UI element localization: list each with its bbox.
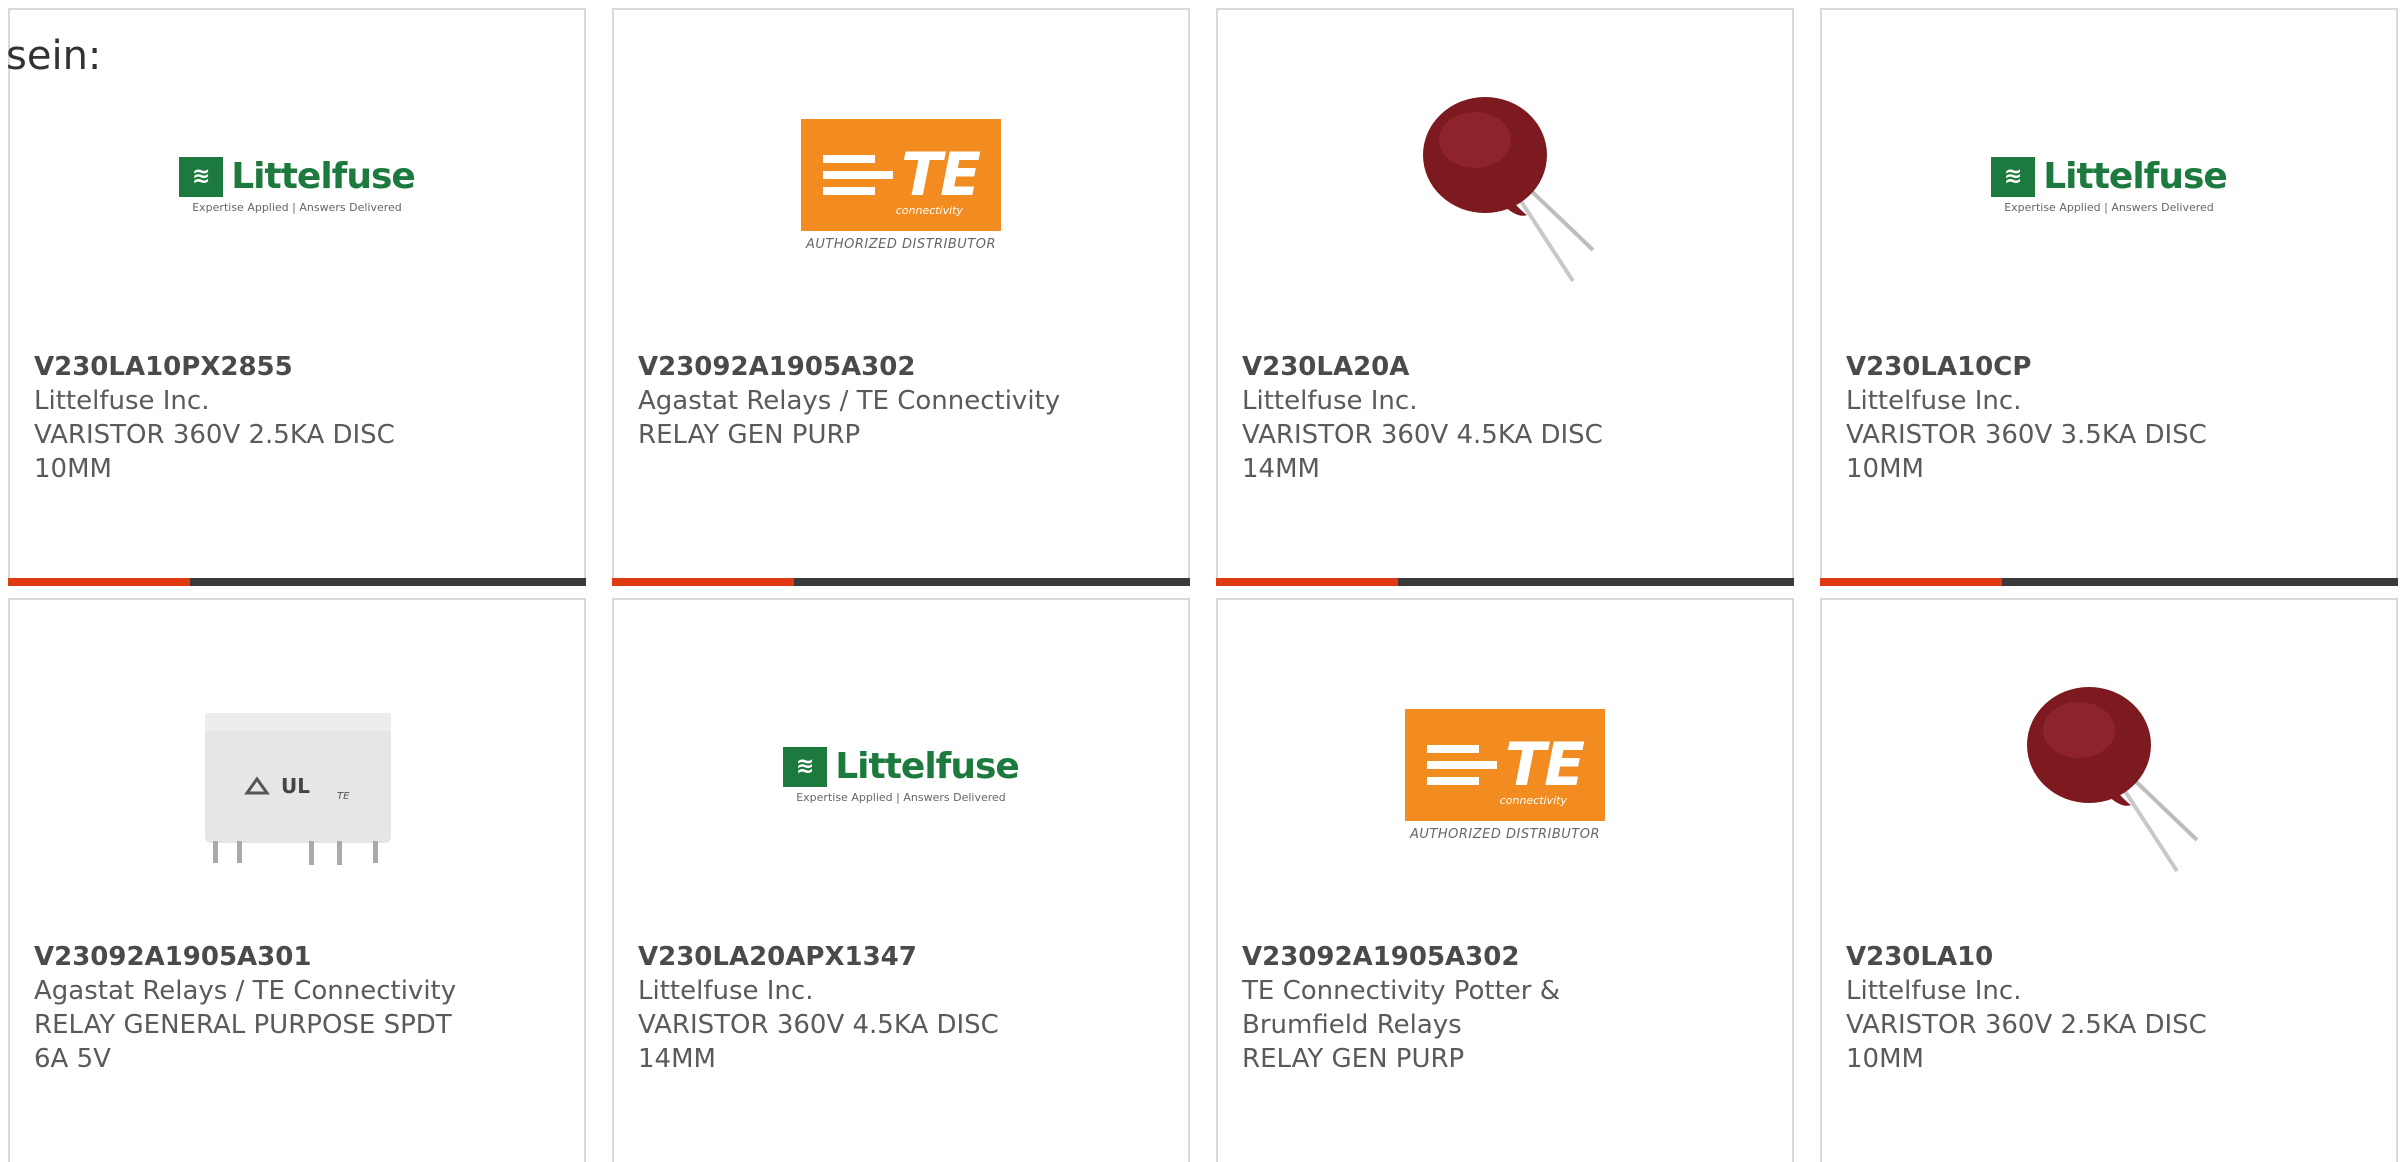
product-info: V23092A1905A302 Agastat Relays / TE Conne…: [638, 350, 1164, 452]
product-image[interactable]: [1218, 70, 1792, 300]
relay-image: UL TE: [197, 675, 397, 875]
te-distributor-label: AUTHORIZED DISTRIBUTOR: [1409, 826, 1601, 842]
te-lines-icon: [823, 151, 894, 199]
product-info: V23092A1905A302 TE Connectivity Potter & B…: [1242, 940, 1768, 1076]
product-description-line2: 14MM: [638, 1044, 716, 1074]
product-part-number[interactable]: V23092A1905A302: [1242, 940, 1768, 974]
product-image[interactable]: UL TE: [10, 660, 584, 890]
product-image[interactable]: ≋ Littelfuse Expertise Applied | Answers…: [614, 660, 1188, 890]
product-card[interactable]: ≋ Littelfuse Expertise Applied | Answers…: [1820, 8, 2398, 586]
product-part-number[interactable]: V230LA20A: [1242, 350, 1768, 384]
product-grid: ≋ Littelfuse Expertise Applied | Answers…: [8, 8, 2398, 1162]
littelfuse-logo-text: Littelfuse: [835, 746, 1020, 787]
product-description: RELAY GEN PURP: [638, 420, 861, 450]
card-accent-bar: [8, 578, 190, 586]
product-part-number[interactable]: V23092A1905A302: [638, 350, 1164, 384]
intro-text: sein:: [6, 33, 102, 79]
product-description: VARISTOR 360V 2.5KA DISC: [1846, 1010, 2207, 1040]
product-manufacturer: TE Connectivity Potter &: [1242, 976, 1561, 1006]
littelfuse-mark-icon: ≋: [1991, 156, 2036, 197]
card-bottom-bar: [1820, 578, 2398, 586]
card-accent-bar: [612, 578, 794, 586]
product-card[interactable]: V230LA10 Littelfuse Inc. VARISTOR 360V 2.5…: [1820, 598, 2398, 1162]
product-grid-page: sein: ≋ Littelfuse Expertise Applied | A…: [0, 0, 2400, 1162]
littelfuse-mark-icon: ≋: [179, 156, 224, 197]
te-lines-icon: [1427, 741, 1498, 789]
card-accent-bar: [1216, 578, 1398, 586]
svg-text:TE: TE: [337, 791, 350, 802]
littelfuse-logo: ≋ Littelfuse Expertise Applied | Answers…: [783, 746, 1020, 804]
littelfuse-logo-text: Littelfuse: [2043, 156, 2228, 197]
product-description: VARISTOR 360V 3.5KA DISC: [1846, 420, 2207, 450]
te-logo-sub: connectivity: [895, 203, 963, 217]
littelfuse-tagline: Expertise Applied | Answers Delivered: [192, 201, 402, 214]
product-part-number[interactable]: V230LA10CP: [1846, 350, 2372, 384]
product-image[interactable]: [1822, 660, 2396, 890]
product-description-line2: 10MM: [1846, 1044, 1924, 1074]
product-description: VARISTOR 360V 2.5KA DISC: [34, 420, 395, 450]
product-description-line2: 10MM: [1846, 454, 1924, 484]
product-card[interactable]: TE connectivity AUTHORIZED DISTRIBUTOR V…: [612, 8, 1190, 586]
product-manufacturer: Agastat Relays / TE Connectivity: [34, 976, 457, 1006]
littelfuse-tagline: Expertise Applied | Answers Delivered: [2004, 201, 2214, 214]
littelfuse-logo: ≋ Littelfuse Expertise Applied | Answers…: [179, 156, 416, 214]
product-info: V230LA10CP Littelfuse Inc. VARISTOR 360V 3…: [1846, 350, 2372, 486]
te-logo-sub: connectivity: [1499, 793, 1567, 807]
product-info: V230LA10 Littelfuse Inc. VARISTOR 360V 2.5…: [1846, 940, 2372, 1076]
product-card[interactable]: ≋ Littelfuse Expertise Applied | Answers…: [612, 598, 1190, 1162]
product-manufacturer-line2: Brumfield Relays: [1242, 1010, 1462, 1040]
varistor-disc-image: [2009, 675, 2209, 875]
te-logo-box: TE connectivity: [801, 118, 1001, 231]
product-image[interactable]: ≋ Littelfuse Expertise Applied | Answers…: [10, 70, 584, 300]
product-manufacturer: Littelfuse Inc.: [1242, 386, 1418, 416]
product-info: V230LA10PX2855 Littelfuse Inc. VARISTOR 36…: [34, 350, 560, 486]
varistor-disc-image: [1405, 85, 1605, 285]
product-manufacturer: Agastat Relays / TE Connectivity: [638, 386, 1061, 416]
product-description: RELAY GEN PURP: [1242, 1044, 1465, 1074]
product-info: V230LA20A Littelfuse Inc. VARISTOR 360V 4.…: [1242, 350, 1768, 486]
te-connectivity-logo: TE connectivity AUTHORIZED DISTRIBUTOR: [1405, 708, 1605, 842]
product-description-line2: 10MM: [34, 454, 112, 484]
product-description: VARISTOR 360V 4.5KA DISC: [638, 1010, 999, 1040]
product-card[interactable]: TE connectivity AUTHORIZED DISTRIBUTOR V…: [1216, 598, 1794, 1162]
product-manufacturer: Littelfuse Inc.: [34, 386, 210, 416]
littelfuse-logo-text: Littelfuse: [231, 156, 416, 197]
product-image[interactable]: ≋ Littelfuse Expertise Applied | Answers…: [1822, 70, 2396, 300]
product-part-number[interactable]: V230LA20APX1347: [638, 940, 1164, 974]
product-part-number[interactable]: V230LA10: [1846, 940, 2372, 974]
card-bottom-bar: [612, 578, 1190, 586]
product-part-number[interactable]: V23092A1905A301: [34, 940, 560, 974]
littelfuse-tagline: Expertise Applied | Answers Delivered: [796, 791, 1006, 804]
te-connectivity-logo: TE connectivity AUTHORIZED DISTRIBUTOR: [801, 118, 1001, 252]
card-bottom-bar: [8, 578, 586, 586]
product-card[interactable]: V230LA20A Littelfuse Inc. VARISTOR 360V 4.…: [1216, 8, 1794, 586]
product-card[interactable]: UL TE V23092A1905A301 Agastat Relays / TE…: [8, 598, 586, 1162]
te-logo-text: TE: [1505, 729, 1585, 800]
te-logo-box: TE connectivity: [1405, 708, 1605, 821]
product-image[interactable]: TE connectivity AUTHORIZED DISTRIBUTOR: [614, 70, 1188, 300]
product-description: RELAY GENERAL PURPOSE SPDT: [34, 1010, 452, 1040]
product-manufacturer: Littelfuse Inc.: [1846, 976, 2022, 1006]
littelfuse-logo: ≋ Littelfuse Expertise Applied | Answers…: [1991, 156, 2228, 214]
product-card[interactable]: ≋ Littelfuse Expertise Applied | Answers…: [8, 8, 586, 586]
product-info: V23092A1905A301 Agastat Relays / TE Conne…: [34, 940, 560, 1076]
product-info: V230LA20APX1347 Littelfuse Inc. VARISTOR 3…: [638, 940, 1164, 1076]
te-logo-text: TE: [901, 139, 981, 210]
product-manufacturer: Littelfuse Inc.: [638, 976, 814, 1006]
card-bottom-bar: [1216, 578, 1794, 586]
card-accent-bar: [1820, 578, 2002, 586]
product-description-line2: 14MM: [1242, 454, 1320, 484]
svg-text:UL: UL: [281, 774, 310, 798]
product-part-number[interactable]: V230LA10PX2855: [34, 350, 560, 384]
product-description-line2: 6A 5V: [34, 1044, 111, 1074]
product-manufacturer: Littelfuse Inc.: [1846, 386, 2022, 416]
product-image[interactable]: TE connectivity AUTHORIZED DISTRIBUTOR: [1218, 660, 1792, 890]
product-description: VARISTOR 360V 4.5KA DISC: [1242, 420, 1603, 450]
te-distributor-label: AUTHORIZED DISTRIBUTOR: [805, 236, 997, 252]
littelfuse-mark-icon: ≋: [783, 746, 828, 787]
